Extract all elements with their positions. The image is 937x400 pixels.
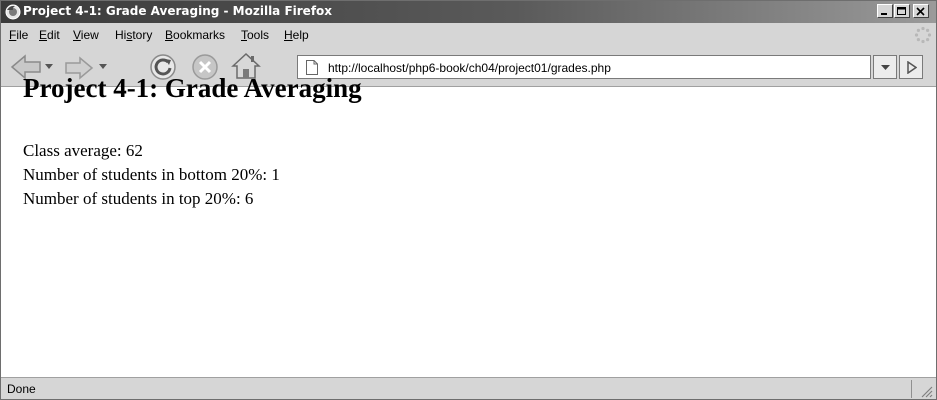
- minimize-button[interactable]: [877, 4, 893, 18]
- dropdown-arrow-icon: [881, 65, 890, 70]
- menu-bookmarks-label: ookmarks: [173, 28, 226, 42]
- close-button[interactable]: [913, 4, 929, 18]
- menu-view-label: iew: [80, 28, 99, 42]
- status-text: Done: [7, 382, 36, 396]
- menu-edit-accel: E: [39, 28, 48, 42]
- go-button[interactable]: [899, 55, 923, 79]
- throbber-icon: [914, 26, 932, 44]
- menu-history-label: tory: [132, 28, 153, 42]
- menu-bookmarks-accel: B: [165, 28, 174, 42]
- menu-view[interactable]: View: [73, 28, 99, 42]
- menu-view-accel: V: [73, 28, 81, 42]
- menu-file-label: ile: [16, 28, 29, 42]
- address-bar[interactable]: http://localhost/php6-book/ch04/project0…: [297, 55, 871, 79]
- class-average-line: Class average: 62: [23, 141, 143, 160]
- firefox-icon: [5, 4, 21, 20]
- top-20-line: Number of students in top 20%: 6: [23, 189, 254, 208]
- menu-edit-label: dit: [47, 28, 60, 42]
- menu-history[interactable]: History: [115, 28, 152, 42]
- close-icon: [916, 7, 925, 16]
- menu-edit[interactable]: Edit: [39, 28, 60, 42]
- forward-dropdown-icon[interactable]: [99, 64, 107, 70]
- resize-grip-icon[interactable]: [919, 384, 933, 398]
- menu-help[interactable]: Help: [284, 28, 309, 42]
- menu-bar: File Edit View History Bookmarks Tools H…: [1, 23, 936, 47]
- back-dropdown-icon[interactable]: [45, 64, 53, 70]
- menu-bookmarks[interactable]: Bookmarks: [165, 28, 225, 42]
- page-title: Project 4-1: Grade Averaging: [23, 73, 362, 103]
- browser-window: Project 4-1: Grade Averaging - Mozilla F…: [0, 0, 937, 400]
- maximize-button[interactable]: [894, 4, 910, 18]
- minimize-icon: [881, 13, 887, 15]
- menu-history-pre: Hi: [115, 28, 127, 42]
- status-divider: [911, 380, 912, 398]
- title-bar[interactable]: Project 4-1: Grade Averaging - Mozilla F…: [1, 1, 936, 23]
- maximize-icon: [897, 7, 906, 15]
- url-text[interactable]: http://localhost/php6-book/ch04/project0…: [328, 61, 611, 75]
- page-content: [1, 87, 936, 377]
- menu-help-label: elp: [292, 28, 309, 42]
- menu-help-accel: H: [284, 28, 293, 42]
- menu-tools-label: ools: [247, 28, 270, 42]
- window-title: Project 4-1: Grade Averaging - Mozilla F…: [23, 4, 333, 18]
- menu-file[interactable]: File: [9, 28, 28, 42]
- go-arrow-icon: [907, 61, 917, 74]
- url-history-dropdown[interactable]: [873, 55, 897, 79]
- bottom-20-line: Number of students in bottom 20%: 1: [23, 165, 280, 184]
- menu-tools[interactable]: Tools: [241, 28, 269, 42]
- status-bar: Done: [1, 377, 936, 399]
